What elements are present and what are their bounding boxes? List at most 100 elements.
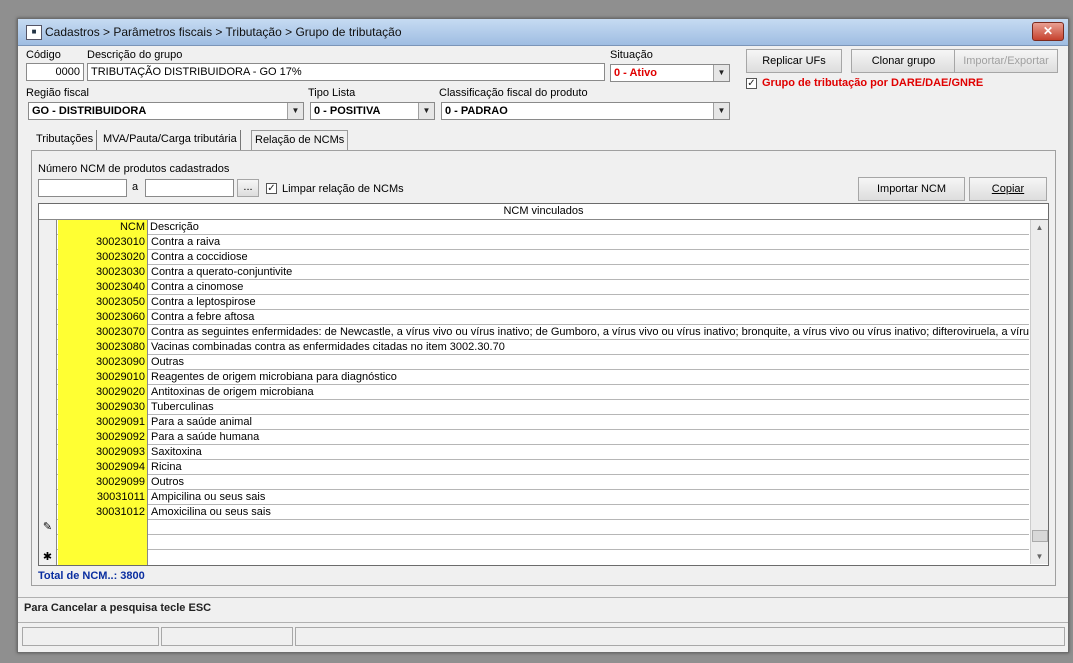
table-row[interactable]: 30023070 Contra as seguintes enfermidades… (39, 325, 1029, 340)
row-selector[interactable] (39, 460, 57, 475)
ncm-cell[interactable]: 30023020 (58, 250, 148, 265)
descricao-cell[interactable]: Contra a leptospirose (151, 295, 1029, 310)
ncm-cell[interactable]: 30023080 (58, 340, 148, 355)
dare-checkbox[interactable]: ✓ (746, 78, 757, 89)
row-selector[interactable] (39, 385, 57, 400)
descricao-edit-cell[interactable] (151, 520, 1029, 535)
clonar-grupo-button[interactable]: Clonar grupo (851, 49, 956, 73)
ncm-cell[interactable]: 30023040 (58, 280, 148, 295)
row-selector[interactable] (39, 355, 57, 370)
close-button[interactable]: ✕ (1032, 22, 1064, 41)
table-row[interactable]: 30023030 Contra a querato-conjuntivite (39, 265, 1029, 280)
row-selector[interactable] (39, 490, 57, 505)
chevron-down-icon[interactable]: ▼ (713, 65, 729, 81)
ncm-cell[interactable]: 30029091 (58, 415, 148, 430)
descricao-cell[interactable]: Vacinas combinadas contra as enfermidade… (151, 340, 1029, 355)
descricao-cell[interactable]: Para a saúde humana (151, 430, 1029, 445)
importar-exportar-button[interactable]: Importar/Exportar (954, 49, 1058, 73)
codigo-field[interactable]: 0000 (26, 63, 84, 81)
ncm-edit-cell[interactable] (58, 520, 148, 535)
descricao-cell[interactable]: Contra a febre aftosa (151, 310, 1029, 325)
table-row[interactable]: 30029092 Para a saúde humana (39, 430, 1029, 445)
scroll-down-icon[interactable]: ▼ (1031, 549, 1048, 564)
descricao-cell[interactable]: Contra a cinomose (151, 280, 1029, 295)
limpar-checkbox[interactable]: ✓ (266, 183, 277, 194)
descricao-cell[interactable]: Outros (151, 475, 1029, 490)
ncm-cell[interactable]: 30023070 (58, 325, 148, 340)
table-row[interactable]: 30029010 Reagentes de origem microbiana p… (39, 370, 1029, 385)
ncm-cell[interactable]: 30029093 (58, 445, 148, 460)
row-selector[interactable] (39, 445, 57, 460)
descricao-cell[interactable]: Antitoxinas de origem microbiana (151, 385, 1029, 400)
descricao-cell[interactable]: Contra as seguintes enfermidades: de New… (151, 325, 1029, 340)
table-row[interactable]: 30029094 Ricina (39, 460, 1029, 475)
table-row[interactable]: 30023080 Vacinas combinadas contra as enf… (39, 340, 1029, 355)
table-row[interactable]: 30031012 Amoxicilina ou seus sais (39, 505, 1029, 520)
ncm-cell[interactable]: 30023090 (58, 355, 148, 370)
replicar-ufs-button[interactable]: Replicar UFs (746, 49, 842, 73)
row-selector[interactable] (39, 250, 57, 265)
descricao-cell[interactable]: Amoxicilina ou seus sais (151, 505, 1029, 520)
row-selector[interactable] (39, 310, 57, 325)
ncm-cell[interactable]: 30031011 (58, 490, 148, 505)
row-selector[interactable] (39, 535, 57, 550)
table-row[interactable]: 30023040 Contra a cinomose (39, 280, 1029, 295)
table-row[interactable]: 30023060 Contra a febre aftosa (39, 310, 1029, 325)
blank-row[interactable] (39, 535, 1029, 550)
chevron-down-icon[interactable]: ▼ (713, 103, 729, 119)
row-selector[interactable] (39, 505, 57, 520)
ncm-cell[interactable]: 30029092 (58, 430, 148, 445)
edit-row[interactable]: ✎ (39, 520, 1029, 535)
ncm-cell[interactable]: 30023060 (58, 310, 148, 325)
table-row[interactable]: 30029020 Antitoxinas de origem microbiana (39, 385, 1029, 400)
chevron-down-icon[interactable]: ▼ (418, 103, 434, 119)
header-ncm[interactable]: NCM (58, 220, 148, 235)
table-row[interactable]: 30023050 Contra a leptospirose (39, 295, 1029, 310)
tipo-lista-select[interactable]: 0 - POSITIVA ▼ (310, 102, 435, 120)
table-row[interactable]: 30031011 Ampicilina ou seus sais (39, 490, 1029, 505)
row-selector[interactable] (39, 235, 57, 250)
table-row[interactable]: 30029099 Outros (39, 475, 1029, 490)
row-selector[interactable] (39, 415, 57, 430)
table-row[interactable]: 30023010 Contra a raiva (39, 235, 1029, 250)
descricao-cell[interactable]: Contra a raiva (151, 235, 1029, 250)
descricao-field[interactable]: TRIBUTAÇÃO DISTRIBUIDORA - GO 17% (87, 63, 605, 81)
descricao-cell[interactable]: Ampicilina ou seus sais (151, 490, 1029, 505)
descricao-cell[interactable]: Contra a coccidiose (151, 250, 1029, 265)
scroll-up-icon[interactable]: ▲ (1031, 220, 1048, 235)
table-row[interactable]: 30023020 Contra a coccidiose (39, 250, 1029, 265)
descricao-cell[interactable]: Ricina (151, 460, 1029, 475)
new-row[interactable]: ✱ (39, 550, 1029, 565)
descricao-cell[interactable]: Tuberculinas (151, 400, 1029, 415)
descricao-cell[interactable]: Outras (151, 355, 1029, 370)
ncm-cell[interactable]: 30031012 (58, 505, 148, 520)
table-row[interactable]: 30023090 Outras (39, 355, 1029, 370)
ncm-cell[interactable]: 30023030 (58, 265, 148, 280)
situacao-select[interactable]: 0 - Ativo ▼ (610, 64, 730, 82)
row-selector[interactable] (39, 370, 57, 385)
row-selector[interactable] (39, 295, 57, 310)
descricao-cell[interactable]: Saxitoxina (151, 445, 1029, 460)
range-picker-button[interactable]: ... (237, 179, 259, 197)
chevron-down-icon[interactable]: ▼ (287, 103, 303, 119)
classificacao-select[interactable]: 0 - PADRAO ▼ (441, 102, 730, 120)
row-selector[interactable] (39, 430, 57, 445)
scroll-thumb[interactable] (1032, 530, 1048, 542)
importar-ncm-button[interactable]: Importar NCM (858, 177, 965, 201)
copiar-button[interactable]: Copiar (969, 177, 1047, 201)
ncm-cell[interactable]: 30029010 (58, 370, 148, 385)
ncm-cell[interactable]: 30029094 (58, 460, 148, 475)
row-selector[interactable] (39, 340, 57, 355)
ncm-cell[interactable]: 30029030 (58, 400, 148, 415)
ncm-from-field[interactable] (38, 179, 127, 197)
tab-mva-pauta[interactable]: MVA/Pauta/Carga tributária (100, 130, 241, 150)
descricao-cell[interactable]: Contra a querato-conjuntivite (151, 265, 1029, 280)
ncm-cell[interactable] (58, 535, 148, 550)
tab-relacao-ncms[interactable]: Relação de NCMs (251, 130, 349, 151)
table-row[interactable]: 30029091 Para a saúde animal (39, 415, 1029, 430)
row-selector[interactable] (39, 325, 57, 340)
row-selector[interactable] (39, 265, 57, 280)
ncm-cell[interactable]: 30029099 (58, 475, 148, 490)
descricao-cell[interactable]: Reagentes de origem microbiana para diag… (151, 370, 1029, 385)
row-selector[interactable] (39, 400, 57, 415)
